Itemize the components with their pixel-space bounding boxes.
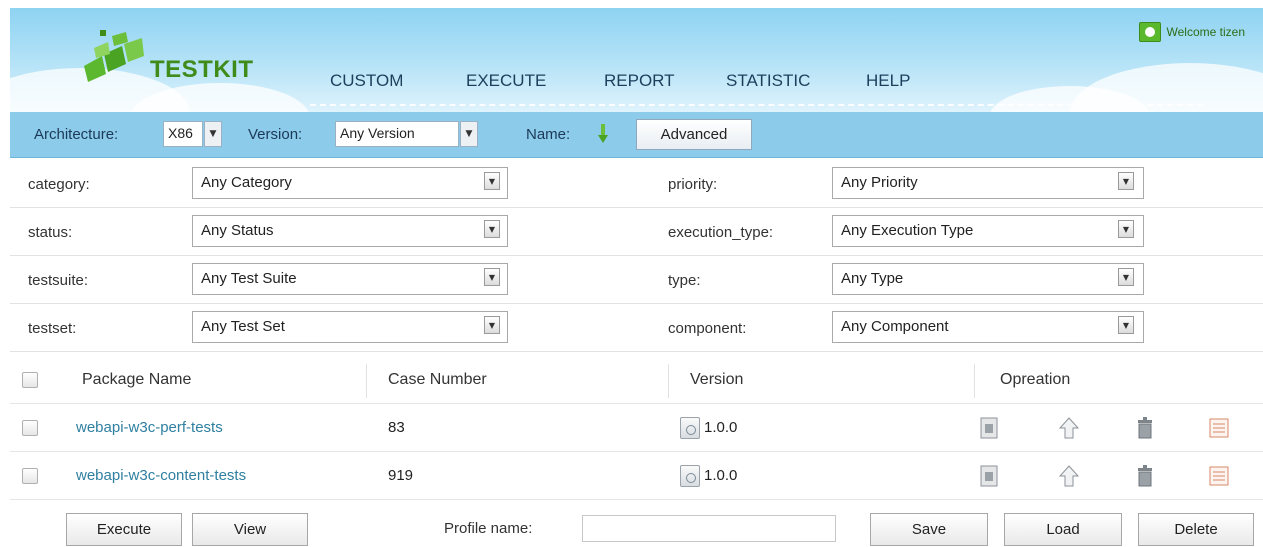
package-link[interactable]: webapi-w3c-perf-tests: [76, 419, 223, 436]
nav-statistic[interactable]: STATISTIC: [726, 71, 810, 91]
nav-custom[interactable]: CUSTOM: [330, 71, 403, 91]
case-number: 919: [388, 467, 414, 484]
nav-help[interactable]: HELP: [866, 71, 910, 91]
testkit-logo-icon: [84, 30, 144, 82]
select-all-checkbox[interactable]: [22, 372, 38, 388]
testsuite-dropdown-icon[interactable]: ▼: [484, 268, 500, 286]
priority-dropdown-icon[interactable]: ▼: [1118, 172, 1134, 190]
architecture-dropdown-icon[interactable]: ▼: [204, 121, 222, 147]
delete-button[interactable]: Delete: [1138, 513, 1254, 546]
profile-name-label: Profile name:: [444, 520, 533, 537]
category-select[interactable]: Any Category: [192, 167, 508, 199]
table-row: webapi-w3c-content-tests 919 1.0.0: [10, 452, 1263, 500]
view-button[interactable]: View: [192, 513, 308, 546]
column-divider: [974, 364, 975, 398]
category-label: category:: [28, 176, 90, 193]
criteria-row: status: Any Status ▼ execution_type: Any…: [10, 208, 1263, 256]
version-package-icon: [680, 417, 700, 439]
criteria-row: category: Any Category ▼ priority: Any P…: [10, 160, 1263, 208]
app-logo-text: TESTKIT: [150, 56, 254, 83]
filter-bar: Architecture: X86 ▼ Version: Any Version…: [10, 112, 1263, 158]
type-dropdown-icon[interactable]: ▼: [1118, 268, 1134, 286]
column-divider: [668, 364, 669, 398]
column-divider: [366, 364, 367, 398]
component-select[interactable]: Any Component: [832, 311, 1144, 343]
advanced-button[interactable]: Advanced: [636, 119, 752, 150]
action-bar: Execute View Profile name: Save Load Del…: [10, 510, 1263, 547]
execute-button[interactable]: Execute: [66, 513, 182, 546]
execution-type-label: execution_type:: [668, 224, 774, 241]
version-select[interactable]: Any Version: [335, 121, 459, 147]
testset-dropdown-icon[interactable]: ▼: [484, 316, 500, 334]
list-details-icon[interactable]: [1208, 464, 1230, 488]
version-label: Version:: [248, 126, 303, 143]
profile-name-input[interactable]: [582, 515, 836, 542]
export-icon[interactable]: [978, 464, 1000, 488]
priority-select[interactable]: Any Priority: [832, 167, 1144, 199]
version-package-icon: [680, 465, 700, 487]
row-checkbox[interactable]: [22, 468, 38, 484]
app-header: TESTKIT CUSTOM EXECUTE REPORT STATISTIC …: [10, 8, 1263, 112]
category-dropdown-icon[interactable]: ▼: [484, 172, 500, 190]
export-icon[interactable]: [978, 416, 1000, 440]
status-dropdown-icon[interactable]: ▼: [484, 220, 500, 238]
header-operation: Opreation: [1000, 371, 1071, 388]
delete-icon[interactable]: [1134, 464, 1156, 488]
list-details-icon[interactable]: [1208, 416, 1230, 440]
type-select[interactable]: Any Type: [832, 263, 1144, 295]
priority-label: priority:: [668, 176, 718, 193]
header-package-name: Package Name: [82, 371, 192, 388]
upgrade-icon[interactable]: [1058, 464, 1080, 488]
architecture-select[interactable]: X86: [163, 121, 203, 147]
delete-icon[interactable]: [1134, 416, 1156, 440]
execution-type-select[interactable]: Any Execution Type: [832, 215, 1144, 247]
name-label: Name:: [526, 126, 571, 143]
architecture-label: Architecture:: [34, 126, 119, 143]
criteria-row: testsuite: Any Test Suite ▼ type: Any Ty…: [10, 256, 1263, 304]
testsuite-select[interactable]: Any Test Suite: [192, 263, 508, 295]
load-button[interactable]: Load: [1004, 513, 1122, 546]
case-number: 83: [388, 419, 405, 436]
testset-label: testset:: [28, 320, 77, 337]
sort-arrow-icon[interactable]: [598, 124, 608, 144]
header-case-number: Case Number: [388, 371, 487, 388]
table-row: webapi-w3c-perf-tests 83 1.0.0: [10, 404, 1263, 452]
testsuite-label: testsuite:: [28, 272, 89, 289]
testset-select[interactable]: Any Test Set: [192, 311, 508, 343]
table-header-row: Package Name Case Number Version Opreati…: [10, 356, 1263, 404]
status-label: status:: [28, 224, 73, 241]
criteria-row: testset: Any Test Set ▼ component: Any C…: [10, 304, 1263, 352]
version-dropdown-icon[interactable]: ▼: [460, 121, 478, 147]
welcome-area: Welcome tizen: [1138, 22, 1245, 42]
save-button[interactable]: Save: [870, 513, 988, 546]
version-value: 1.0.0: [704, 419, 738, 436]
status-select[interactable]: Any Status: [192, 215, 508, 247]
package-link[interactable]: webapi-w3c-content-tests: [76, 467, 246, 484]
row-checkbox[interactable]: [22, 420, 38, 436]
nav-execute[interactable]: EXECUTE: [466, 71, 546, 91]
user-icon[interactable]: [1138, 22, 1161, 42]
upgrade-icon[interactable]: [1058, 416, 1080, 440]
version-value: 1.0.0: [704, 467, 738, 484]
component-dropdown-icon[interactable]: ▼: [1118, 316, 1134, 334]
header-divider: [310, 104, 1203, 106]
execution-type-dropdown-icon[interactable]: ▼: [1118, 220, 1134, 238]
nav-report[interactable]: REPORT: [604, 71, 675, 91]
header-version: Version: [690, 371, 744, 388]
component-label: component:: [668, 320, 747, 337]
welcome-text: Welcome tizen: [1166, 25, 1245, 39]
type-label: type:: [668, 272, 701, 289]
